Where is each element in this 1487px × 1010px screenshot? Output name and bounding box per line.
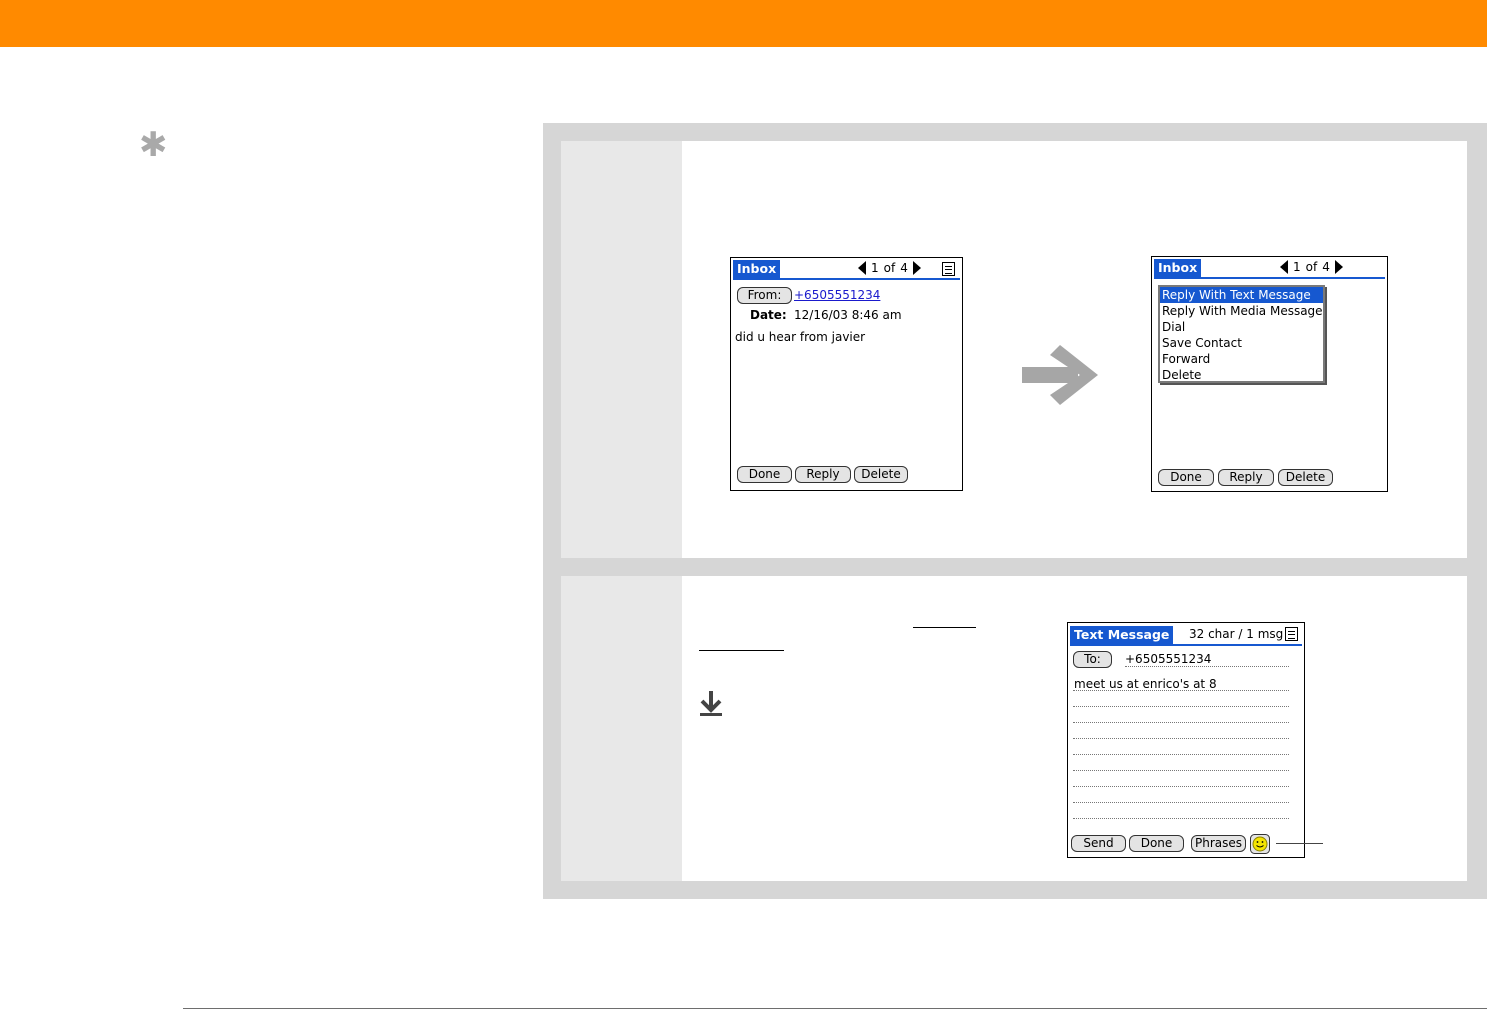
menu-icon[interactable] (1285, 627, 1298, 641)
download-arrow-icon (700, 691, 722, 716)
nav-of: of (1305, 260, 1318, 274)
date-value: 12/16/03 8:46 am (794, 308, 902, 322)
title-rule (733, 278, 960, 280)
menu-item-dial[interactable]: Dial (1160, 319, 1323, 335)
title-rule (1154, 277, 1385, 279)
phrases-button[interactable]: Phrases (1191, 835, 1246, 852)
message-line (1073, 802, 1289, 803)
next-arrow-icon[interactable] (1334, 260, 1343, 274)
nav-position: 1 (871, 261, 879, 275)
asterisk-icon: ✱ (139, 125, 168, 165)
message-line (1073, 770, 1289, 771)
menu-item-save-contact[interactable]: Save Contact (1160, 335, 1323, 351)
message-body: did u hear from javier (735, 330, 866, 344)
reply-menu: Reply With Text Message Reply With Media… (1158, 285, 1325, 383)
message-field[interactable]: meet us at enrico's at 8 (1074, 677, 1217, 691)
screen-title: Text Message (1070, 626, 1174, 644)
from-link[interactable]: +6505551234 (794, 288, 880, 302)
delete-button[interactable]: Delete (1278, 469, 1333, 486)
step2-number-cell (561, 576, 682, 881)
message-line (1073, 754, 1289, 755)
message-navigator: 1 of 4 (1280, 260, 1343, 274)
to-field-line (1125, 666, 1289, 667)
date-label: Date: (750, 308, 787, 322)
text-message-screen: Text Message 32 char / 1 msg To: +650555… (1067, 622, 1305, 858)
menu-item-reply-media[interactable]: Reply With Media Message (1160, 303, 1323, 319)
previous-arrow-icon[interactable] (858, 261, 866, 275)
message-line (1073, 722, 1289, 723)
message-line (1073, 786, 1289, 787)
screen-title: Inbox (733, 260, 781, 278)
reply-button[interactable]: Reply (795, 466, 851, 483)
from-button[interactable]: From: (737, 287, 792, 304)
send-button[interactable]: Send (1071, 835, 1126, 852)
to-button[interactable]: To: (1073, 651, 1112, 668)
nav-position: 1 (1293, 260, 1301, 274)
steps-frame (543, 123, 1487, 899)
previous-arrow-icon[interactable] (1280, 260, 1288, 274)
menu-item-forward[interactable]: Forward (1160, 351, 1323, 367)
done-button[interactable]: Done (737, 466, 792, 483)
smiley-icon[interactable] (1250, 834, 1270, 854)
delete-button[interactable]: Delete (854, 466, 908, 483)
menu-item-reply-text[interactable]: Reply With Text Message (1160, 287, 1323, 303)
inbox-menu-screen: Inbox 1 of 4 Reply With Text Message Rep… (1151, 256, 1388, 492)
right-arrow-icon (1022, 345, 1098, 405)
message-line (1073, 818, 1289, 819)
message-line (1073, 690, 1289, 691)
footer-rule (183, 1008, 1487, 1009)
done-button[interactable]: Done (1129, 835, 1184, 852)
step1-number-cell (561, 141, 682, 558)
title-rule (1070, 644, 1302, 646)
link-underline (699, 650, 784, 651)
message-line (1073, 706, 1289, 707)
message-line (1073, 738, 1289, 739)
callout-line (1276, 843, 1323, 844)
nav-total: 4 (900, 261, 908, 275)
menu-icon[interactable] (942, 262, 955, 276)
menu-item-delete[interactable]: Delete (1160, 367, 1323, 383)
screen-title: Inbox (1154, 259, 1202, 277)
reply-button[interactable]: Reply (1218, 469, 1274, 486)
link-underline (913, 627, 976, 628)
inbox-screen: Inbox 1 of 4 From: +6505551234 Date: 12/… (730, 257, 963, 491)
nav-of: of (883, 261, 896, 275)
done-button[interactable]: Done (1158, 469, 1214, 486)
message-navigator: 1 of 4 (858, 261, 921, 275)
next-arrow-icon[interactable] (912, 261, 921, 275)
nav-total: 4 (1322, 260, 1330, 274)
to-field[interactable]: +6505551234 (1125, 652, 1211, 666)
char-counter: 32 char / 1 msg (1189, 627, 1284, 641)
header-bar (0, 0, 1487, 47)
